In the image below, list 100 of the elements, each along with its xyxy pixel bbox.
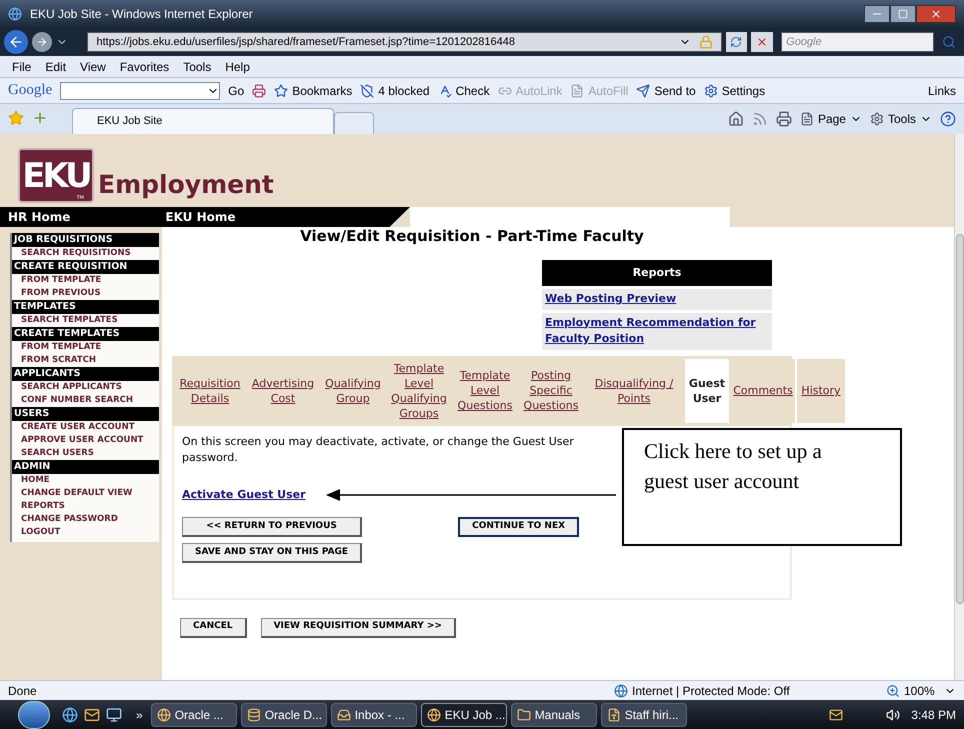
sidebar-link[interactable]: FROM PREVIOUS	[12, 287, 159, 300]
maximize-button[interactable]	[890, 5, 916, 23]
sidebar-link[interactable]: CHANGE DEFAULT VIEW	[12, 487, 159, 500]
browser-tab[interactable]: EKU Job Site	[72, 108, 334, 134]
toolbar-button[interactable]: Send to	[636, 82, 696, 100]
sidebar-link[interactable]: LOGOUT	[12, 526, 159, 539]
sidebar-link[interactable]: FROM TEMPLATE	[12, 341, 159, 354]
google-logo: Google	[8, 81, 52, 100]
program-icon	[156, 708, 171, 722]
start-button[interactable]	[18, 700, 50, 728]
scrollbar[interactable]	[954, 134, 964, 680]
print-icon[interactable]	[776, 111, 792, 127]
form-button[interactable]: SAVE AND STAY ON THIS PAGE	[182, 543, 362, 563]
address-field[interactable]: https://jobs.eku.edu/userfiles/jsp/shared/frameset/Frameset.jsp?time=1201202816448	[87, 32, 722, 52]
nav-link[interactable]: EKU Home	[165, 208, 236, 226]
home-icon[interactable]	[728, 111, 744, 127]
report-link[interactable]: Web Posting Preview	[542, 289, 772, 310]
sidebar-link[interactable]: SEARCH USERS	[12, 447, 159, 460]
command-button[interactable]: Page	[800, 110, 862, 128]
taskbar-button[interactable]: Inbox - ...	[330, 702, 417, 726]
sidebar-heading: CREATE TEMPLATES	[12, 327, 159, 341]
step-tab[interactable]: Guest User	[685, 358, 729, 422]
form-button[interactable]: VIEW REQUISITION SUMMARY >>	[260, 618, 456, 638]
nav-link[interactable]: HR Home	[8, 208, 70, 226]
taskbar-button[interactable]: Staff hiri...	[600, 702, 687, 726]
sidebar-heading: ADMIN	[12, 460, 159, 474]
sidebar-link[interactable]: SEARCH TEMPLATES	[12, 314, 159, 327]
volume-icon[interactable]	[886, 708, 900, 722]
taskbar-button[interactable]: Oracle D...	[240, 702, 327, 726]
instruction-text: On this screen you may deactivate, activate, or change the Guest User password.	[182, 434, 575, 466]
browser-icon	[8, 7, 22, 21]
refresh-button[interactable]	[726, 32, 748, 52]
menu-item[interactable]: Edit	[45, 58, 66, 76]
menu-item[interactable]: File	[12, 58, 32, 76]
menu-item[interactable]: View	[80, 58, 106, 76]
zone-text: Internet | Protected Mode: Off	[632, 682, 791, 700]
sidebar-link[interactable]: SEARCH REQUISITIONS	[12, 247, 159, 260]
go-button[interactable]: Go	[228, 82, 244, 100]
sidebar-heading: CREATE REQUISITION	[12, 260, 159, 274]
minimize-button[interactable]	[864, 5, 890, 23]
lock-icon	[698, 35, 713, 49]
report-link[interactable]: Employment Recommendation for Faculty Position	[542, 312, 772, 350]
sidebar-link[interactable]: APPROVE USER ACCOUNT	[12, 434, 159, 447]
quick-launch-icon[interactable]	[84, 706, 100, 722]
forward-button[interactable]	[32, 32, 52, 52]
links-button[interactable]: Links	[928, 82, 956, 100]
activate-link[interactable]: Activate Guest User	[182, 486, 306, 503]
zoom-button[interactable]: 100%	[886, 682, 956, 700]
close-button[interactable]	[916, 5, 956, 23]
sidebar-heading: TEMPLATES	[12, 300, 159, 314]
feeds-icon[interactable]	[752, 111, 768, 127]
overflow-button[interactable]: »	[136, 706, 143, 724]
menu-item[interactable]: Help	[225, 58, 250, 76]
sidebar-link[interactable]: FROM SCRATCH	[12, 354, 159, 367]
sidebar-link[interactable]: CONF NUMBER SEARCH	[12, 394, 159, 407]
toolbar-button[interactable]: Settings	[704, 82, 766, 100]
sidebar-link[interactable]: CHANGE PASSWORD	[12, 513, 159, 526]
toolbar-item-icon	[636, 84, 650, 98]
toolbar-icon[interactable]	[252, 84, 266, 98]
step-tab[interactable]: History	[797, 358, 845, 422]
refresh-icon	[730, 36, 742, 48]
form-button[interactable]: << RETURN TO PREVIOUS	[182, 517, 362, 537]
toolbar-button[interactable]: Bookmarks	[274, 82, 352, 100]
search-icon[interactable]	[942, 35, 956, 49]
menu-item[interactable]: Tools	[183, 58, 212, 76]
sidebar-link[interactable]: SEARCH APPLICANTS	[12, 381, 159, 394]
search-field[interactable]: Google	[781, 32, 934, 52]
menu-item[interactable]: Favorites	[120, 58, 170, 76]
window-title: EKU Job Site - Windows Internet Explorer	[30, 6, 253, 23]
quick-launch-icon[interactable]	[106, 706, 122, 722]
step-tab[interactable]: Comments	[731, 358, 795, 422]
taskbar-button[interactable]: EKU Job ...	[420, 702, 507, 726]
toolbar-item-icon	[570, 84, 584, 98]
sidebar-heading: JOB REQUISITIONS	[12, 233, 159, 247]
toolbar-search-field[interactable]	[60, 82, 220, 100]
stop-button[interactable]	[751, 32, 774, 52]
reports-header: Reports	[542, 260, 772, 286]
sidebar-link[interactable]: HOME	[12, 474, 159, 487]
form-button[interactable]: CONTINUE TO NEX	[458, 517, 580, 537]
sidebar-heading: USERS	[12, 407, 159, 421]
sidebar-link[interactable]: FROM TEMPLATE	[12, 274, 159, 287]
toolbar-item-icon	[274, 84, 288, 98]
toolbar-button[interactable]: Check	[438, 82, 490, 100]
back-button[interactable]	[4, 30, 28, 54]
site-title: Employment	[98, 172, 274, 197]
form-button[interactable]: CANCEL	[180, 618, 247, 638]
quick-launch-icon[interactable]	[62, 706, 78, 722]
command-button[interactable]: Tools	[870, 110, 932, 128]
stop-icon	[756, 36, 768, 48]
program-icon	[606, 708, 621, 722]
sidebar-link[interactable]: CREATE USER ACCOUNT	[12, 421, 159, 434]
taskbar-button[interactable]: Manuals	[510, 702, 597, 726]
help-icon[interactable]	[940, 111, 956, 127]
tray-icon[interactable]	[829, 708, 844, 722]
taskbar-button[interactable]: Oracle ...	[150, 702, 237, 726]
add-favorite-icon[interactable]	[32, 110, 48, 126]
clock: 3:48 PM	[911, 706, 956, 724]
callout-box: Click here to set up a guest user account	[622, 428, 902, 546]
sidebar-link[interactable]: REPORTS	[12, 500, 159, 513]
toolbar-button[interactable]: 4 blocked	[360, 82, 430, 100]
